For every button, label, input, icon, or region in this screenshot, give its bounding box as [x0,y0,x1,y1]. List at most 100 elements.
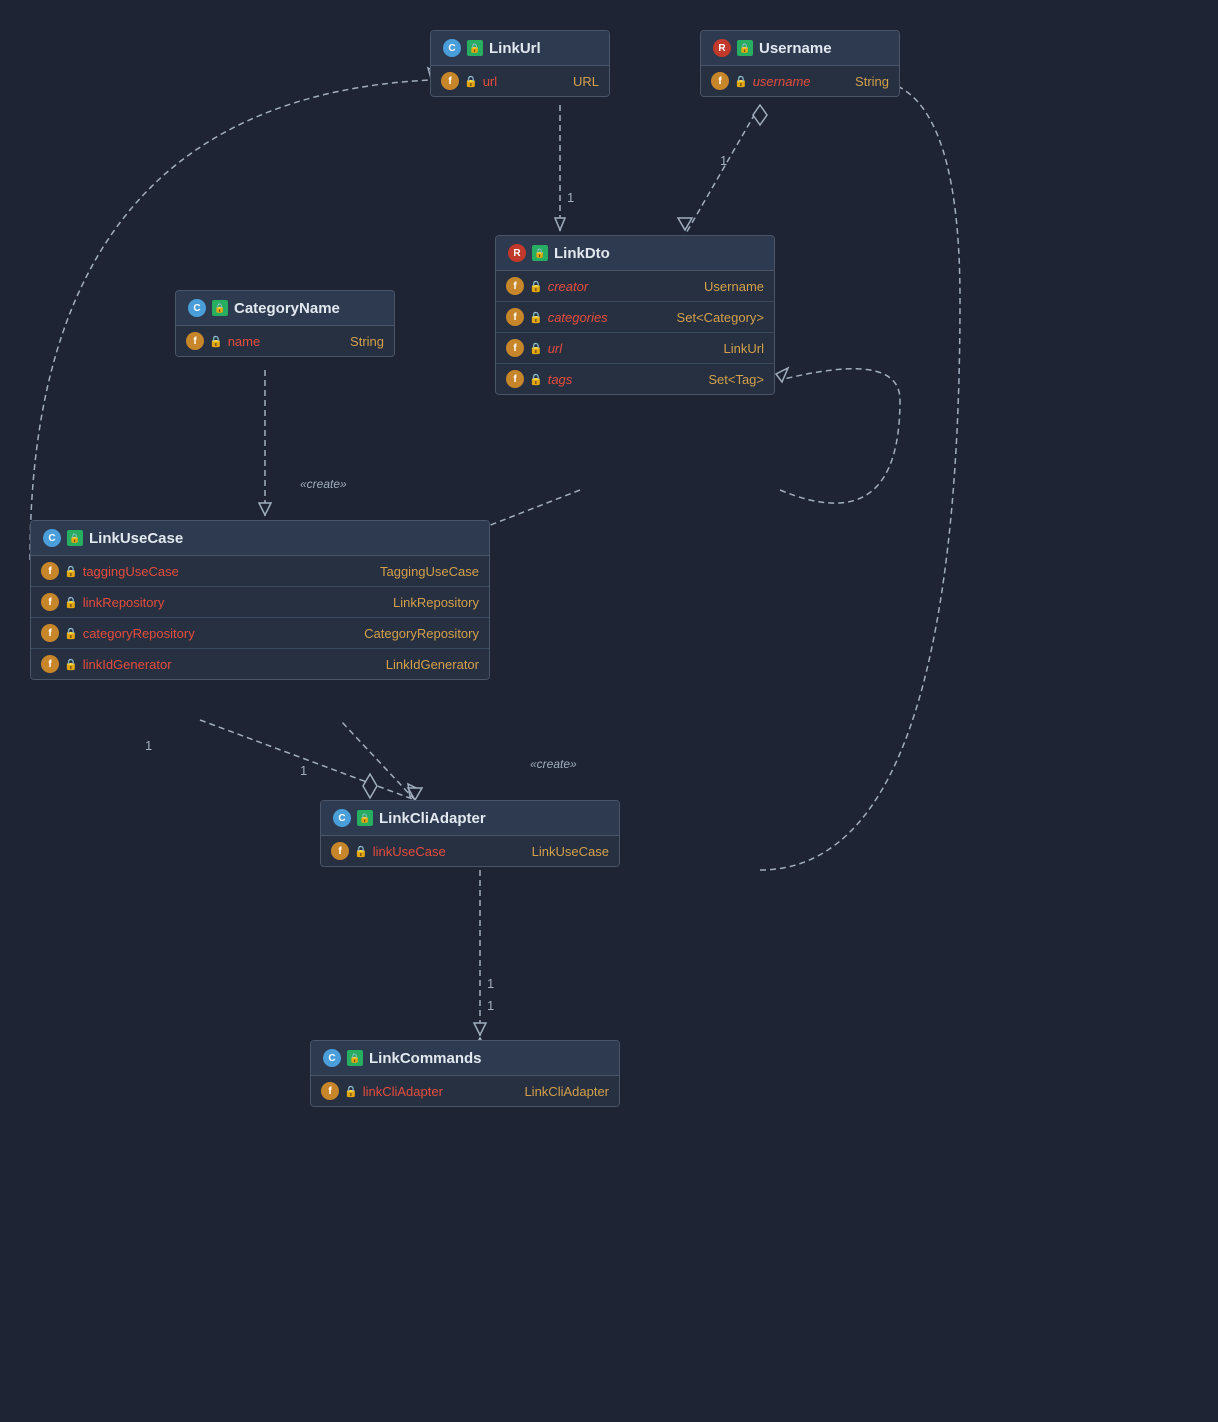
diagram-container: 1 1 1 1 1 1 [0,0,1218,1422]
field-icon-name-cat: f [186,332,204,350]
badge-r-username: R [713,39,731,57]
field-name-url: url [483,74,497,89]
lock-badge-categoryname: 🔒 [212,300,228,316]
field-type-categoryrepository: CategoryRepository [356,626,479,641]
class-title-linkdto: LinkDto [554,245,610,262]
field-icon-linkdto-url: f [506,339,524,357]
badge-r-linkdto: R [508,244,526,262]
svg-text:«create»: «create» [300,477,347,491]
class-linkcommands: C 🔒 LinkCommands f 🔒 linkCliAdapter Link… [310,1040,620,1107]
field-icon-linkusecase-ref: f [331,842,349,860]
lock-linkusecase-ref: 🔒 [354,845,368,858]
svg-text:1: 1 [567,190,574,205]
field-type-linkcliadapter-ref: LinkCliAdapter [516,1084,609,1099]
svg-text:1: 1 [487,998,494,1013]
field-type-username: String [847,74,889,89]
field-name-tags: tags [548,372,573,387]
badge-c-linkusecase: C [43,529,61,547]
field-linkusecase-ref: f 🔒 linkUseCase LinkUseCase [321,836,619,866]
field-type-linkdto-url: LinkUrl [716,341,764,356]
field-username: f 🔒 username String [701,66,899,96]
lock-categoryrepository: 🔒 [64,627,78,640]
class-header-username: R 🔒 Username [701,31,899,66]
field-creator: f 🔒 creator Username [496,271,774,302]
badge-c-categoryname: C [188,299,206,317]
field-name-taggingusecase: taggingUseCase [83,564,179,579]
lock-username: 🔒 [734,75,748,88]
field-linkcliadapter-ref: f 🔒 linkCliAdapter LinkCliAdapter [311,1076,619,1106]
svg-text:«create»: «create» [530,757,577,771]
field-icon-creator: f [506,277,524,295]
field-taggingusecase: f 🔒 taggingUseCase TaggingUseCase [31,556,489,587]
field-type-name-cat: String [342,334,384,349]
field-type-url: URL [565,74,599,89]
badge-c-linkurl: C [443,39,461,57]
field-linkdto-url: f 🔒 url LinkUrl [496,333,774,364]
lock-badge-linkdto: 🔒 [532,245,548,261]
field-icon-linkrepository: f [41,593,59,611]
lock-linkcliadapter-ref: 🔒 [344,1085,358,1098]
lock-badge-linkusecase: 🔒 [67,530,83,546]
lock-taggingusecase: 🔒 [64,565,78,578]
field-icon-username: f [711,72,729,90]
lock-url: 🔒 [464,75,478,88]
field-name-linkrepository: linkRepository [83,595,165,610]
field-name-linkdto-url: url [548,341,562,356]
field-categoryrepository: f 🔒 categoryRepository CategoryRepositor… [31,618,489,649]
lock-badge-linkurl: 🔒 [467,40,483,56]
field-url: f 🔒 url URL [431,66,609,96]
field-icon-categoryrepository: f [41,624,59,642]
field-linkidgenerator: f 🔒 linkIdGenerator LinkIdGenerator [31,649,489,679]
field-type-linkusecase-ref: LinkUseCase [524,844,609,859]
field-tags: f 🔒 tags Set<Tag> [496,364,774,394]
lock-linkrepository: 🔒 [64,596,78,609]
field-name-categories: categories [548,310,608,325]
field-name-categoryrepository: categoryRepository [83,626,195,641]
class-title-categoryname: CategoryName [234,300,340,317]
class-linkdto: R 🔒 LinkDto f 🔒 creator Username f 🔒 cat… [495,235,775,395]
field-type-linkidgenerator: LinkIdGenerator [378,657,479,672]
class-title-username: Username [759,40,832,57]
field-type-categories: Set<Category> [669,310,764,325]
class-header-linkdto: R 🔒 LinkDto [496,236,774,271]
class-title-linkurl: LinkUrl [489,40,541,57]
class-title-linkusecase: LinkUseCase [89,530,183,547]
field-name-linkidgenerator: linkIdGenerator [83,657,172,672]
field-icon-linkcliadapter-ref: f [321,1082,339,1100]
class-header-linkusecase: C 🔒 LinkUseCase [31,521,489,556]
lock-categories: 🔒 [529,311,543,324]
field-name-cat: f 🔒 name String [176,326,394,356]
class-header-linkcommands: C 🔒 LinkCommands [311,1041,619,1076]
field-type-creator: Username [696,279,764,294]
lock-badge-username: 🔒 [737,40,753,56]
connections-svg: 1 1 1 1 1 1 [0,0,1218,1422]
field-categories: f 🔒 categories Set<Category> [496,302,774,333]
class-title-linkcommands: LinkCommands [369,1050,482,1067]
field-icon-linkidgenerator: f [41,655,59,673]
class-username: R 🔒 Username f 🔒 username String [700,30,900,97]
badge-c-linkcommands: C [323,1049,341,1067]
svg-text:1: 1 [300,763,307,778]
lock-name-cat: 🔒 [209,335,223,348]
lock-tags: 🔒 [529,373,543,386]
class-title-linkcliadapter: LinkCliAdapter [379,810,486,827]
class-header-categoryname: C 🔒 CategoryName [176,291,394,326]
field-icon-categories: f [506,308,524,326]
lock-badge-linkcommands: 🔒 [347,1050,363,1066]
svg-text:1: 1 [145,738,152,753]
class-linkurl: C 🔒 LinkUrl f 🔒 url URL [430,30,610,97]
field-name-username: username [753,74,811,89]
field-linkrepository: f 🔒 linkRepository LinkRepository [31,587,489,618]
lock-linkdto-url: 🔒 [529,342,543,355]
field-icon-tags: f [506,370,524,388]
class-linkusecase: C 🔒 LinkUseCase f 🔒 taggingUseCase Taggi… [30,520,490,680]
class-header-linkcliadapter: C 🔒 LinkCliAdapter [321,801,619,836]
class-categoryname: C 🔒 CategoryName f 🔒 name String [175,290,395,357]
lock-linkidgenerator: 🔒 [64,658,78,671]
field-name-linkusecase-ref: linkUseCase [373,844,446,859]
class-linkcliادapter: C 🔒 LinkCliAdapter f 🔒 linkUseCase LinkU… [320,800,620,867]
field-name-name-cat: name [228,334,261,349]
field-type-linkrepository: LinkRepository [385,595,479,610]
lock-creator: 🔒 [529,280,543,293]
class-header-linkurl: C 🔒 LinkUrl [431,31,609,66]
